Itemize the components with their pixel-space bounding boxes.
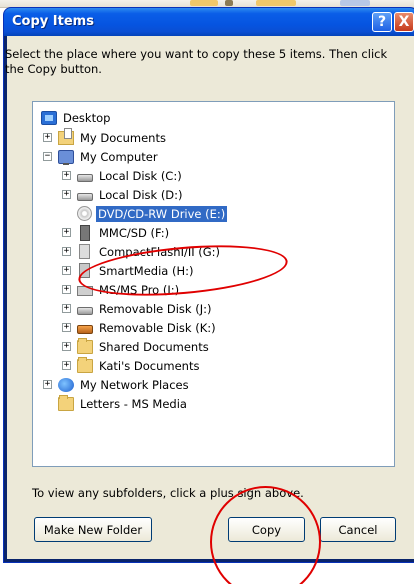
tree-item-smartmedia[interactable]: + SmartMedia (H:) (62, 261, 195, 280)
tree-item-removable-disk-k[interactable]: + Removable Disk (K:) (62, 318, 218, 337)
expand-icon[interactable]: + (62, 190, 71, 199)
tree-item-mmc-sd[interactable]: + MMC/SD (F:) (62, 223, 171, 242)
cancel-button[interactable]: Cancel (320, 517, 396, 542)
removable-disk-icon (77, 306, 93, 315)
copy-button[interactable]: Copy (228, 517, 305, 542)
expand-icon[interactable]: + (62, 266, 71, 275)
network-places-icon (58, 377, 74, 392)
tree-item-dvd-drive[interactable]: DVD/CD-RW Drive (E:) (77, 204, 228, 223)
tree-item-label: Desktop (63, 110, 111, 125)
tree-item-label: Removable Disk (K:) (99, 320, 216, 335)
help-icon: ? (377, 14, 387, 30)
title-bar[interactable]: Copy Items ? X (4, 8, 414, 36)
tree-item-label: My Documents (80, 130, 166, 145)
desktop-icon (41, 110, 57, 125)
tree-item-label: Shared Documents (99, 339, 209, 354)
tree-item-my-network-places[interactable]: + My Network Places (43, 375, 191, 394)
expand-icon[interactable]: + (62, 342, 71, 351)
expand-icon[interactable]: + (62, 285, 71, 294)
toolbar-fragment (340, 0, 370, 6)
toolbar-fragment (256, 0, 296, 6)
expand-icon[interactable]: + (43, 380, 52, 389)
tree-item-removable-disk-j[interactable]: + Removable Disk (J:) (62, 299, 213, 318)
compactflash-icon (79, 244, 90, 259)
expand-icon[interactable]: + (43, 133, 52, 142)
screenshot-stage: Copy Items ? X Select the place where yo… (0, 0, 414, 584)
tree-item-label-selected: DVD/CD-RW Drive (E:) (96, 205, 228, 222)
tree-item-my-documents[interactable]: + My Documents (43, 127, 168, 147)
instruction-text: Select the place where you want to copy … (5, 47, 388, 76)
folder-icon (77, 337, 93, 354)
tree-item-katis-documents[interactable]: + Kati's Documents (62, 356, 201, 375)
tree-item-local-disk-d[interactable]: + Local Disk (D:) (62, 185, 185, 204)
expand-icon[interactable]: + (62, 361, 71, 370)
tree-item-my-computer[interactable]: − My Computer (43, 147, 160, 166)
folder-icon (58, 394, 74, 411)
close-icon: X (398, 14, 410, 30)
toolbar-fragment (225, 0, 233, 6)
expand-icon[interactable]: + (62, 228, 71, 237)
my-documents-icon (58, 127, 74, 145)
memory-card-icon (80, 224, 90, 241)
tree-item-label: SmartMedia (H:) (99, 263, 194, 278)
tree-item-local-disk-c[interactable]: + Local Disk (C:) (62, 166, 184, 185)
collapse-icon[interactable]: − (43, 152, 52, 161)
tree-item-label: Kati's Documents (99, 358, 200, 373)
cd-drive-icon (77, 206, 92, 221)
subfolder-hint-text: To view any subfolders, click a plus sig… (32, 486, 304, 500)
hard-disk-icon (77, 192, 93, 201)
close-button[interactable]: X (394, 12, 414, 32)
expand-icon[interactable]: + (62, 171, 71, 180)
my-computer-icon (58, 149, 74, 165)
hard-disk-icon (77, 173, 93, 182)
tree-item-label: Local Disk (D:) (99, 187, 183, 202)
smartmedia-icon (79, 263, 90, 278)
tree-item-label: Local Disk (C:) (99, 168, 182, 183)
expand-icon[interactable]: + (62, 323, 71, 332)
tree-item-label: MS/MS Pro (I:) (99, 282, 180, 297)
removable-disk-icon (77, 324, 93, 334)
tree-item-label: My Network Places (80, 377, 189, 392)
tree-item-compactflash[interactable]: + CompactFlashI/II (G:) (62, 242, 222, 261)
tree-item-label: MMC/SD (F:) (99, 225, 170, 240)
memory-stick-icon (77, 285, 93, 296)
make-new-folder-button[interactable]: Make New Folder (34, 517, 152, 542)
tree-item-label: Removable Disk (J:) (99, 301, 212, 316)
expand-icon[interactable]: + (62, 304, 71, 313)
folder-icon (77, 356, 93, 373)
help-button[interactable]: ? (372, 12, 392, 32)
tree-item-label: Letters - MS Media (80, 396, 187, 411)
expand-icon[interactable]: + (62, 247, 71, 256)
folder-tree[interactable]: Desktop + My Documents − My Computer + L… (32, 101, 395, 467)
dialog-title: Copy Items (12, 14, 94, 29)
background-explorer-toolbar (0, 0, 414, 8)
tree-item-ms-ms-pro[interactable]: + MS/MS Pro (I:) (62, 280, 181, 299)
tree-item-label: CompactFlashI/II (G:) (99, 244, 221, 259)
tree-item-letters-ms-media[interactable]: Letters - MS Media (58, 394, 189, 413)
tree-item-label: My Computer (80, 149, 158, 164)
tree-item-shared-documents[interactable]: + Shared Documents (62, 337, 211, 356)
tree-item-desktop[interactable]: Desktop (41, 108, 112, 127)
toolbar-fragment (190, 0, 218, 6)
